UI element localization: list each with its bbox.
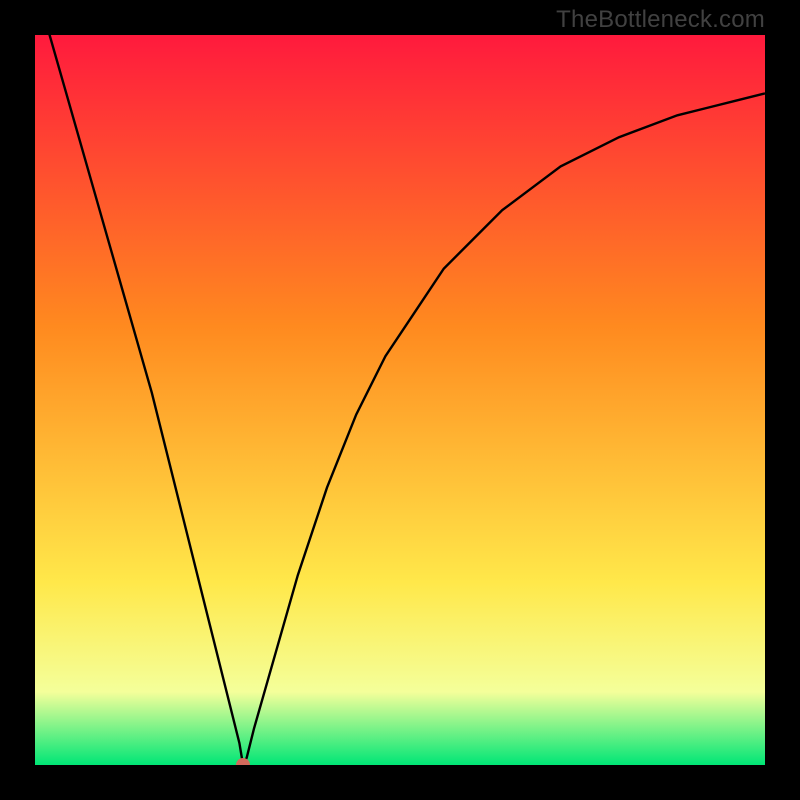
watermark-text: TheBottleneck.com — [556, 6, 765, 34]
chart-plot-area — [35, 35, 765, 765]
chart-marker-dot — [236, 758, 250, 765]
chart-curve — [35, 35, 765, 765]
